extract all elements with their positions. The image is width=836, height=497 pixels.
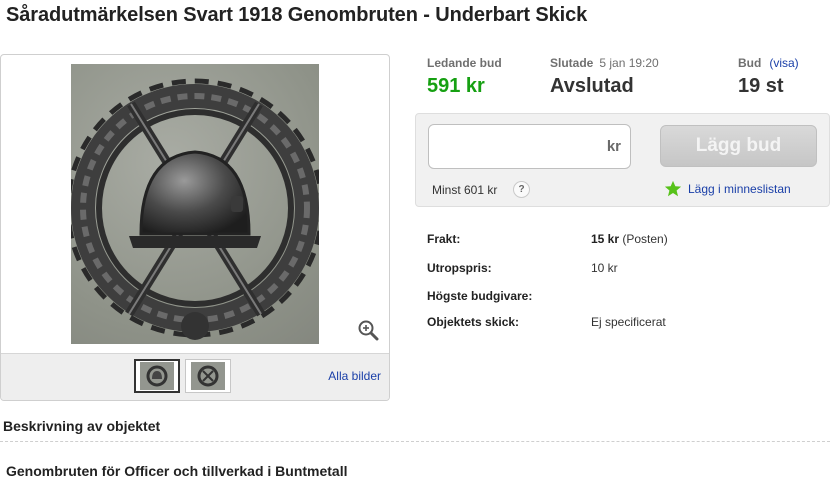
detail-value: Ej specificerat <box>591 315 666 329</box>
thumbnail-bar: Alla bilder <box>1 353 389 400</box>
detail-value: 10 kr <box>591 261 618 275</box>
star-icon <box>664 180 682 197</box>
detail-label: Utropspris: <box>427 261 492 275</box>
thumbnail-2[interactable] <box>185 359 231 393</box>
ended-value: Avslutad <box>550 75 634 97</box>
badge-picture <box>71 78 319 340</box>
bid-currency: kr <box>606 138 621 155</box>
help-icon[interactable]: ? <box>513 181 530 198</box>
all-images-link[interactable]: Alla bilder <box>328 369 381 383</box>
image-gallery: Alla bilder <box>0 54 390 401</box>
leading-bid-stat: Ledande bud 591 kr <box>427 56 502 98</box>
ended-date: 5 jan 19:20 <box>599 56 659 70</box>
ended-label: Slutade <box>550 56 594 70</box>
zoom-icon[interactable] <box>357 319 379 341</box>
divider <box>0 441 830 442</box>
badge-thumbnail-icon <box>146 365 168 387</box>
ended-stat: Slutade 5 jan 19:20 Avslutad <box>550 56 659 98</box>
place-bid-button[interactable]: Lägg bud <box>660 125 817 167</box>
main-image[interactable] <box>71 64 319 344</box>
bids-value: 19 st <box>738 75 784 97</box>
description-heading: Beskrivning av objektet <box>3 418 161 434</box>
bid-amount-input[interactable] <box>437 135 597 159</box>
listing-title: Såradutmärkelsen Svart 1918 Genombruten … <box>6 4 588 26</box>
description-text: Genombruten för Officer och tillverkad i… <box>6 463 348 479</box>
thumbnail-1[interactable] <box>134 359 180 393</box>
bid-input-wrapper: kr <box>428 124 631 169</box>
leading-bid-label: Ledande bud <box>427 56 502 70</box>
watchlist-label: Lägg i minneslistan <box>688 182 791 196</box>
detail-value: 15 kr (Posten) <box>591 232 668 246</box>
bid-panel: kr Lägg bud Minst 601 kr ? Lägg i minnes… <box>415 113 830 207</box>
show-bids-link[interactable]: (visa) <box>769 56 798 70</box>
detail-label: Frakt: <box>427 232 461 246</box>
leading-bid-value: 591 kr <box>427 75 485 97</box>
detail-label: Högste budgivare: <box>427 289 533 303</box>
minimum-bid-text: Minst 601 kr <box>432 183 498 197</box>
badge-thumbnail-icon <box>197 365 219 387</box>
detail-label: Objektets skick: <box>427 315 520 329</box>
bids-label: Bud <box>738 56 762 70</box>
add-to-watchlist-link[interactable]: Lägg i minneslistan <box>664 180 791 198</box>
bids-stat: Bud (visa) 19 st <box>738 56 799 98</box>
